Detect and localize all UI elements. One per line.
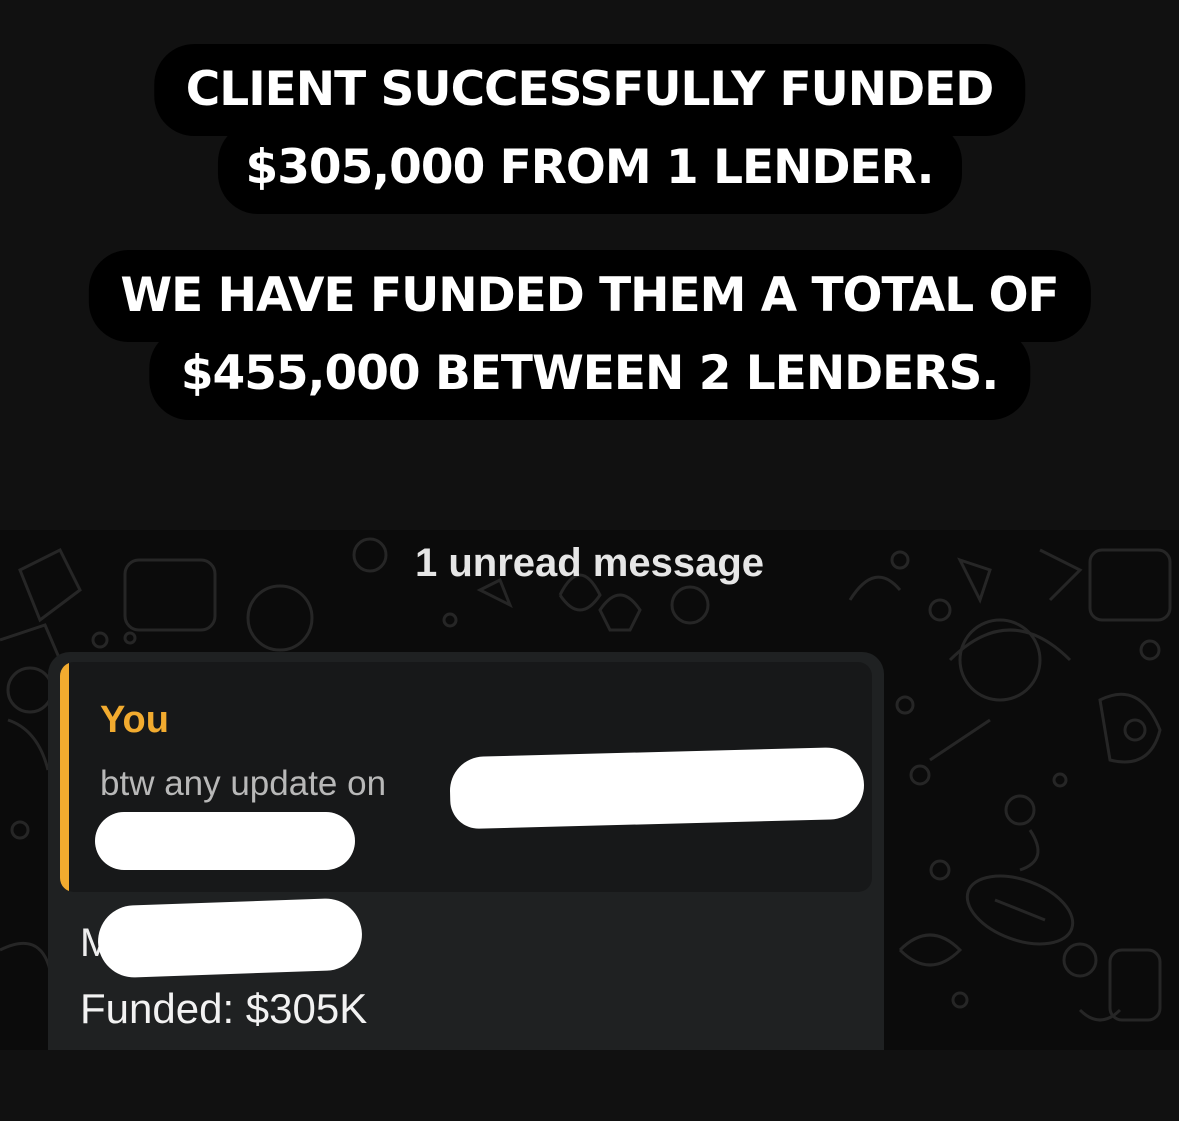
caption-line-4: $455,000 BETWEEN 2 LENDERS. xyxy=(148,328,1031,420)
caption-line-2: $305,000 FROM 1 LENDER. xyxy=(217,122,962,214)
quote-accent-bar xyxy=(60,662,69,892)
redaction-scribble xyxy=(449,746,865,830)
quote-text: btw any update on xyxy=(100,764,387,803)
quote-author: You xyxy=(100,699,169,741)
redaction-scribble xyxy=(95,812,355,870)
bottom-area xyxy=(0,1050,1179,1121)
redaction-scribble xyxy=(96,897,364,979)
unread-messages-divider: 1 unread message xyxy=(414,541,765,585)
message-funded-text: Funded: $305K xyxy=(80,985,368,1032)
